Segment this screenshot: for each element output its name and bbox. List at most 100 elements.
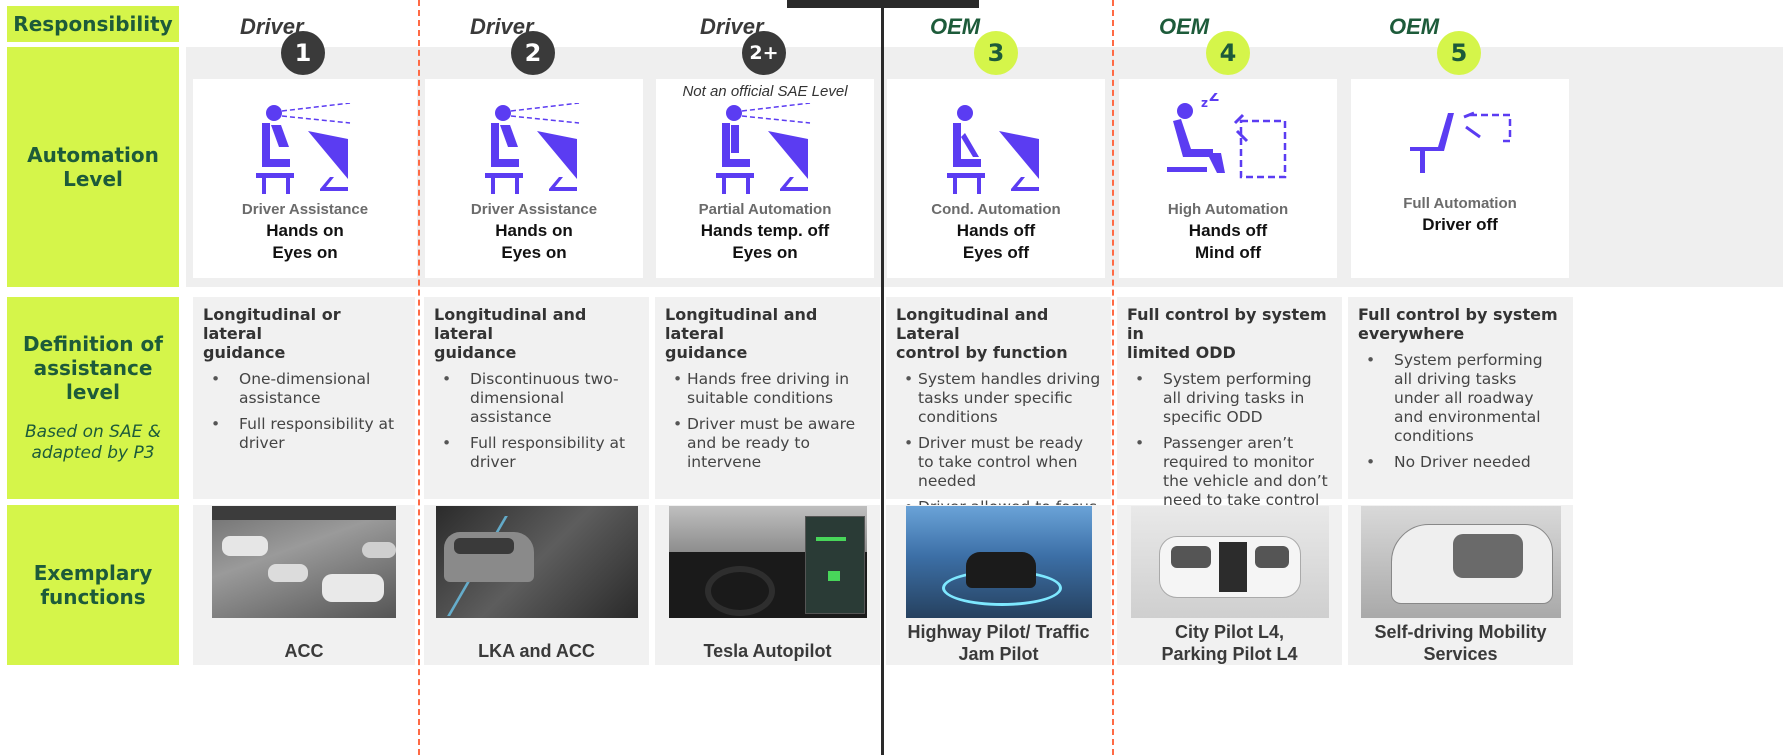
steering-wheel-icon	[704, 566, 775, 616]
robotaxi-van-photo	[1130, 506, 1329, 618]
definition-bullet: Driver must be aware and be ready to int…	[665, 415, 870, 472]
level-category: High Automation	[1167, 201, 1289, 218]
level-category: Full Automation	[1403, 195, 1517, 212]
level-card: Full Automation Driver off	[1351, 79, 1569, 278]
definition-title-line1: Longitudinal and Lateral	[896, 305, 1049, 343]
row-label-exemplary-line1: Exemplary	[33, 561, 153, 585]
window-shape	[453, 538, 514, 554]
definition-bullet: System performing all driving tasks in s…	[1127, 370, 1332, 427]
level-state-line2: Eyes on	[732, 243, 798, 262]
level-state-line1: Hands off	[956, 221, 1036, 240]
level-card: z Z High Automation Hands off Mind off	[1119, 79, 1337, 278]
example-label-line2: Parking Pilot L4	[1161, 644, 1298, 664]
level-badge: 5	[1437, 31, 1481, 75]
level-category: Cond. Automation	[931, 201, 1061, 218]
level-state-line1: Hands off	[1188, 221, 1268, 240]
van-door-shape	[1218, 542, 1247, 592]
suv-lane-keeping-photo	[435, 506, 638, 618]
pod-opening-shape	[1452, 534, 1523, 578]
van-window-shape	[1170, 546, 1211, 568]
level-badge: 2+	[742, 31, 786, 75]
definition-bullet: Hands free driving in suitable condition…	[665, 370, 870, 408]
definition-title-line2: guidance	[203, 343, 286, 362]
level-state-line2: Mind off	[1194, 243, 1262, 262]
example-label: LKA and ACC	[478, 641, 595, 661]
row-label-definition: Definition of assistance level Based on …	[7, 297, 179, 499]
level-badge: 4	[1206, 31, 1250, 75]
definition-title-line1: Longitudinal or lateral	[203, 305, 341, 343]
definition-title-line1: Full control by system	[1358, 305, 1558, 324]
definition-cell: Longitudinal or lateral guidance One-dim…	[193, 297, 415, 499]
row-label-exemplary-line2: functions	[40, 585, 146, 609]
responsibility-label: OEM	[930, 14, 981, 39]
driver-eyes-on-icon	[485, 103, 580, 194]
definition-bullet: Discontinuous two-dimensional assistance	[434, 370, 639, 427]
row-label-automation-line2: Level	[63, 167, 123, 191]
example-label-line2: Services	[1423, 644, 1498, 664]
definition-title-line2: everywhere	[1358, 324, 1465, 343]
level-state-line1: Hands on	[495, 221, 573, 240]
example-cell: Tesla Autopilot	[655, 505, 880, 665]
definition-title-line1: Longitudinal and lateral	[434, 305, 587, 343]
example-cell: Self-driving Mobility Services	[1348, 505, 1573, 665]
definition-title-line1: Full control by system in	[1127, 305, 1327, 343]
level-state-line1: Hands temp. off	[700, 221, 830, 240]
car-shape	[362, 542, 396, 558]
definition-bullets: Hands free driving in suitable condition…	[665, 370, 870, 472]
level-category: Driver Assistance	[470, 201, 598, 218]
definition-bullet: Full responsibility at driver	[203, 415, 405, 453]
autonomous-pod-photo	[1360, 506, 1561, 618]
definition-bullet: System performing all driving tasks unde…	[1358, 351, 1563, 446]
highway-traffic-photo	[212, 506, 396, 618]
van-window-shape	[1254, 546, 1289, 568]
example-label: ACC	[284, 641, 324, 661]
responsibility-label: OEM	[1159, 14, 1210, 39]
level-category: Partial Automation	[698, 201, 832, 218]
definition-title-line1: Longitudinal and lateral	[665, 305, 818, 343]
center-screen	[804, 516, 865, 614]
example-cell: LKA and ACC	[424, 505, 649, 665]
car-shape	[322, 574, 384, 602]
level-card: Cond. Automation Hands off Eyes off	[887, 79, 1105, 278]
level-state-line2: Eyes on	[501, 243, 567, 262]
level-badge: 1	[281, 31, 325, 75]
sedan-shape	[965, 552, 1036, 588]
row-label-definition-line2: assistance level	[33, 356, 153, 404]
definition-bullet: Driver must be ready to take control whe…	[896, 434, 1101, 491]
divider-dashed	[1112, 0, 1114, 755]
definition-bullet: System handles driving tasks under speci…	[896, 370, 1101, 427]
example-label-line2: Jam Pilot	[958, 644, 1039, 664]
tesla-cockpit-photo	[668, 506, 867, 618]
row-label-definition-note2: adapted by P3	[31, 443, 155, 463]
definition-title-line2: limited ODD	[1127, 343, 1236, 362]
row-label-definition-note1: Based on SAE &	[25, 422, 161, 442]
level-badge: 3	[974, 31, 1018, 75]
definition-bullet: Passenger aren’t required to monitor the…	[1127, 434, 1332, 510]
definition-title-line2: guidance	[665, 343, 748, 362]
svg-text:z: z	[1201, 96, 1208, 110]
example-cell: Highway Pilot/ Traffic Jam Pilot	[886, 505, 1111, 665]
driver-eyes-off-icon	[947, 105, 1039, 194]
level-state-line2: Eyes on	[272, 243, 338, 262]
driver-hands-off-icon	[716, 103, 811, 194]
driver-sleeping-icon: z Z	[1167, 93, 1287, 179]
svg-text:Z: Z	[1209, 93, 1219, 105]
level-category: Driver Assistance	[241, 201, 369, 218]
definition-bullets: One-dimensional assistance Full responsi…	[203, 370, 405, 453]
level-state-line2: Eyes off	[962, 243, 1030, 262]
definition-bullet: Full responsibility at driver	[434, 434, 639, 472]
level-card: Not an official SAE Level Partial Automa…	[656, 79, 874, 278]
example-label-line1: City Pilot L4,	[1174, 622, 1284, 642]
definition-cell: Longitudinal and Lateral control by func…	[886, 297, 1111, 535]
definition-cell: Longitudinal and lateral guidance Hands …	[655, 297, 880, 499]
empty-seat-icon	[1410, 111, 1512, 173]
car-shape	[222, 536, 268, 556]
example-label-line1: Highway Pilot/ Traffic	[907, 622, 1090, 642]
sedan-highway-pilot-photo	[905, 506, 1092, 618]
example-label-line1: Self-driving Mobility	[1374, 622, 1547, 642]
definition-cell: Full control by system everywhere System…	[1348, 297, 1573, 499]
definition-bullet: No Driver needed	[1358, 453, 1563, 472]
car-shape	[268, 564, 308, 582]
example-label: Tesla Autopilot	[703, 641, 832, 661]
definition-bullets: System performing all driving tasks unde…	[1358, 351, 1563, 472]
